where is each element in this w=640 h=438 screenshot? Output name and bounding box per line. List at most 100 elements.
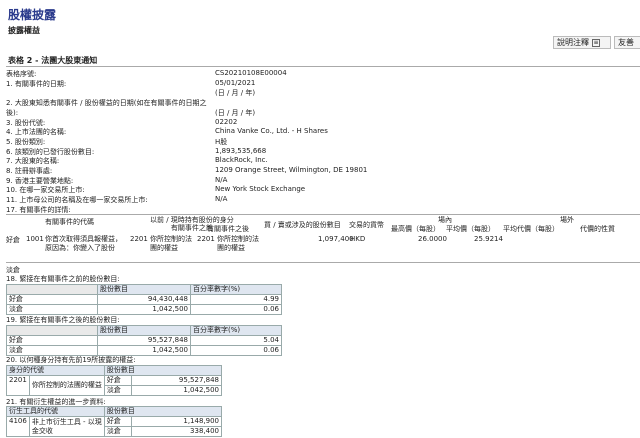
q19-short-shares: 1,042,500 [97, 345, 191, 356]
capacity-before-desc: 你所控制的法團的權益 [150, 235, 192, 252]
q18-short-label: 淡倉 [6, 304, 98, 315]
field-label: 後): [6, 108, 19, 117]
q18-short-percent: 0.06 [190, 304, 282, 315]
q20-table: 身分的代號 股份數目 2201 你所控制的法團的權益 好倉 95,527,848… [6, 365, 223, 396]
q20-desc: 你所控制的法團的權益 [28, 375, 105, 396]
field-value: 1,893,535,668 [215, 146, 267, 155]
table-row: 好倉 94,430,448 4.99 [6, 294, 282, 305]
capacity-before-code: 2201 [130, 235, 148, 243]
q18-header-percent: 百分率數字(%) [190, 284, 282, 295]
q19-title: 19. 緊接在有關事件之後的股份數目: [6, 316, 120, 324]
print-friendly-button[interactable]: 友善 [614, 36, 640, 49]
q18-short-shares: 1,042,500 [97, 304, 191, 315]
header-event-code: 有關事件的代碼 [45, 218, 94, 226]
table-row: 好倉 95,527,848 5.04 [6, 335, 282, 346]
q20-header-capacity: 身分的代號 [6, 365, 105, 376]
field-label: 1. 有關事件的日期: [6, 79, 67, 88]
section-title: 表格 2 - 法團大股東通知 [8, 56, 98, 65]
field-value: 1209 Orange Street, Wilmington, DE 19801 [215, 166, 368, 174]
q20-long-shares: 95,527,848 [130, 375, 223, 386]
q18-header-shares: 股份數目 [97, 284, 191, 295]
notes-button[interactable]: 說明注釋 ≡ [553, 36, 611, 49]
q21-header-shares: 股份數目 [103, 406, 223, 417]
q19-table: 股份數目 百分率數字(%) 好倉 95,527,848 5.04 淡倉 1,04… [6, 325, 282, 356]
q20-short-label: 淡倉 [103, 385, 132, 396]
field-label: 11. 上市母公司的名稱及在哪一家交易所上市: [6, 196, 148, 205]
q20-title: 20. 以何種身分持有先前19所披露的權益: [6, 356, 136, 364]
event-code: 1001 [26, 235, 44, 243]
field-value: 02202 [215, 117, 238, 126]
q20-short-shares: 1,042,500 [130, 385, 223, 396]
header-high: 最高價（每股） [391, 225, 440, 233]
q19-header-shares: 股份數目 [97, 325, 191, 336]
field-value: 05/01/2021 [215, 78, 256, 87]
header-avg: 平均價（每股） [446, 225, 495, 233]
event-avg-price: 25.9214 [474, 235, 503, 243]
notes-button-label: 說明注釋 [557, 38, 589, 47]
field-label: 6. 該類別的已發行股份數目: [6, 147, 95, 156]
q20-long-label: 好倉 [103, 375, 132, 386]
q19-short-label: 淡倉 [6, 345, 98, 356]
q21-long-label: 好倉 [103, 416, 132, 427]
q21-header-derivative: 衍生工具的代號 [6, 406, 105, 417]
field-value: BlackRock, Inc. [215, 156, 268, 165]
q18-corner [6, 284, 98, 295]
field-value: (日 / 月 / 年) [215, 89, 256, 98]
header-offex-avg: 平均代價（每股） [503, 225, 559, 233]
field-label: 3. 股份代號: [6, 118, 46, 127]
q19-corner [6, 325, 98, 336]
q21-table: 衍生工具的代號 股份數目 4106 非上市衍生工具 - 以現金交收 好倉 1,1… [6, 406, 223, 437]
event-currency: HKD [350, 235, 366, 243]
q21-code: 4106 [6, 416, 30, 437]
event-high-price: 26.0000 [418, 235, 447, 243]
header-consideration: 代價的性質 [580, 225, 615, 233]
q21-short-label: 淡倉 [103, 426, 132, 437]
field-label: 4. 上市法團的名稱: [6, 128, 67, 137]
field-label: 5. 股份類別: [6, 137, 46, 146]
document-icon: ≡ [592, 38, 600, 47]
short-divider [6, 262, 640, 263]
capacity-after-desc: 你所控制的法團的權益 [217, 235, 259, 252]
field-value: H股 [215, 137, 228, 146]
event-desc: 你首次取得須具報權益，原因為：你變入了股份 [45, 235, 122, 252]
q21-short-shares: 338,400 [130, 426, 223, 437]
q19-long-shares: 95,527,848 [97, 335, 191, 346]
field-value: N/A [215, 175, 228, 184]
header-offexchange: 場外 [560, 216, 574, 224]
field-label: 8. 註冊辦事處: [6, 167, 53, 175]
field-value: CS20210108E00004 [215, 69, 287, 77]
event-position: 好倉 [6, 236, 20, 244]
q18-long-label: 好倉 [6, 294, 98, 305]
field-label: 表格序號: [6, 70, 37, 78]
q19-short-percent: 0.06 [190, 345, 282, 356]
q19-header-percent: 百分率數字(%) [190, 325, 282, 336]
event-shares: 1,097,400 [318, 235, 354, 243]
field-label: 2. 大股東知悉有關事件 / 股份權益的日期(如在有關事件的日期之 [6, 99, 207, 108]
field-value: New York Stock Exchange [215, 185, 306, 194]
field-value: (日 / 月 / 年) [215, 108, 256, 117]
header-capacity-after: 有關事件之後 [207, 225, 249, 233]
field-label: 7. 大股東的名稱: [6, 157, 60, 166]
header-shares: 買 / 賣或涉及的股份數目 [264, 221, 341, 229]
capacity-after-code: 2201 [197, 235, 215, 243]
field-label: 10. 在哪一家交易所上市: [6, 186, 85, 195]
q21-desc: 非上市衍生工具 - 以現金交收 [28, 416, 105, 437]
q18-title: 18. 緊接在有關事件之前的股份數目: [6, 275, 120, 283]
print-friendly-label: 友善 [618, 38, 634, 47]
page-title: 股權披露 [8, 8, 57, 22]
event-divider [6, 214, 640, 215]
table-row: 淡倉 1,042,500 0.06 [6, 345, 282, 356]
page-subtitle: 披露權益 [8, 26, 40, 35]
section-divider [6, 66, 640, 67]
q18-long-percent: 4.99 [190, 294, 282, 305]
field-value: N/A [215, 195, 228, 204]
q19-long-label: 好倉 [6, 335, 98, 346]
table-row: 4106 非上市衍生工具 - 以現金交收 好倉 1,148,900 [6, 416, 223, 437]
q18-table: 股份數目 百分率數字(%) 好倉 94,430,448 4.99 淡倉 1,04… [6, 284, 282, 315]
q20-code: 2201 [6, 375, 30, 396]
q21-long-shares: 1,148,900 [130, 416, 223, 427]
field-label: 9. 香港主要營業地點: [6, 176, 74, 185]
header-currency: 交易的貨幣 [349, 221, 384, 229]
table-row: 淡倉 1,042,500 0.06 [6, 304, 282, 315]
q18-long-shares: 94,430,448 [97, 294, 191, 305]
